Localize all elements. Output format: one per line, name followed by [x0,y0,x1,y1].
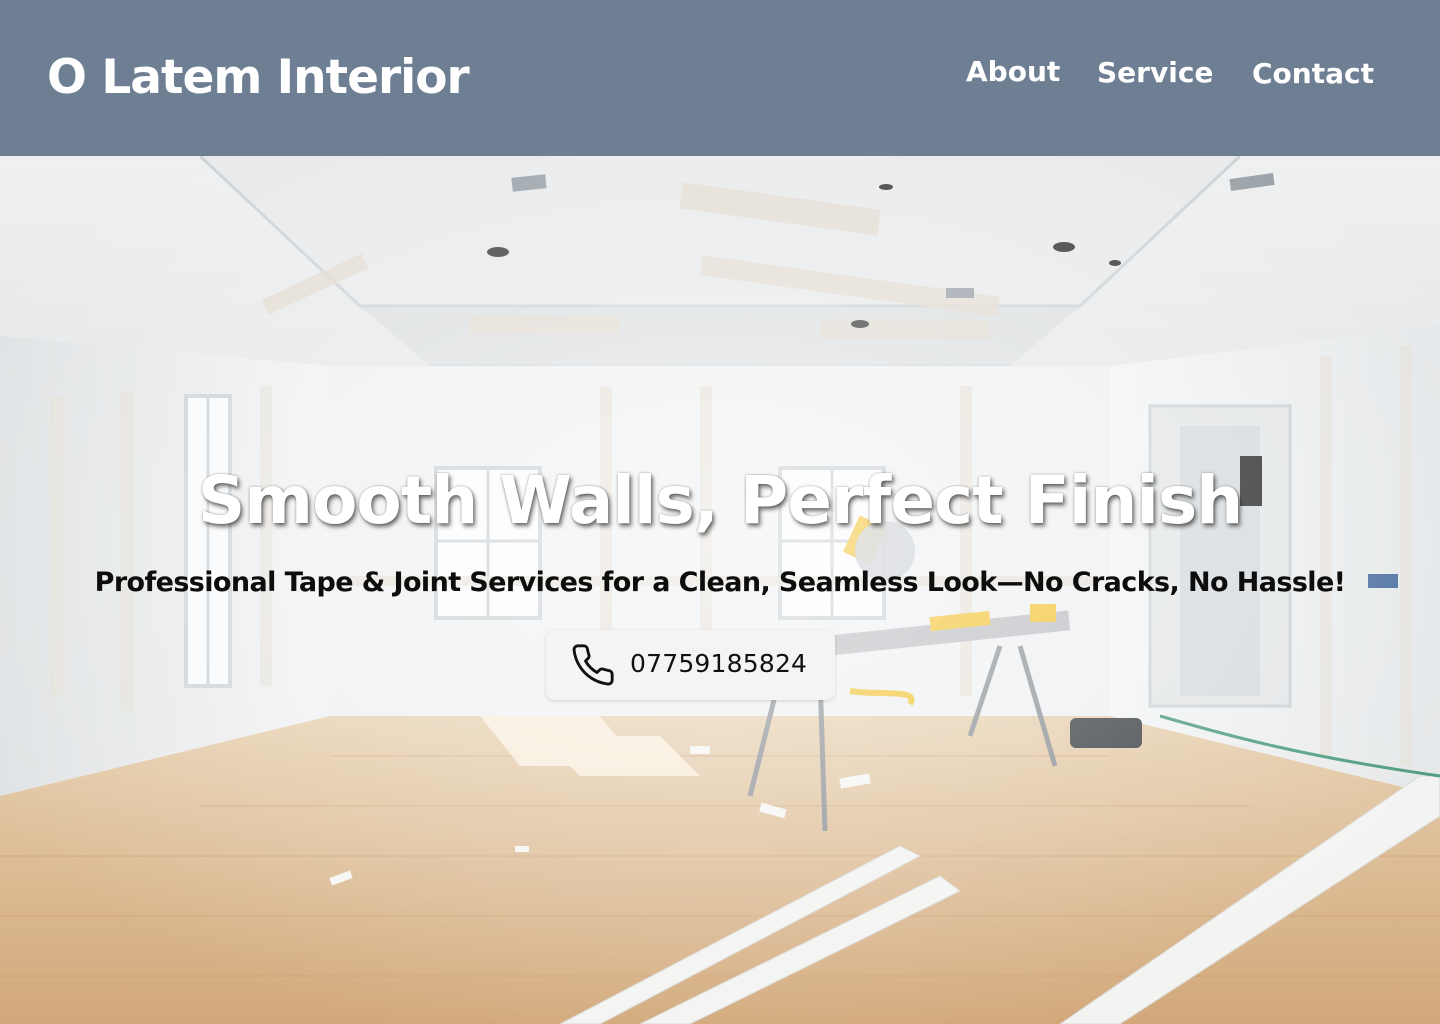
brand-logo[interactable]: O Latem Interior [47,50,470,105]
hero-section: Smooth Walls, Perfect Finish Professiona… [0,156,1440,1024]
nav-link-contact[interactable]: Contact [1252,57,1374,90]
hero-title: Smooth Walls, Perfect Finish [197,462,1243,540]
hero-subtitle: Professional Tape & Joint Services for a… [94,567,1346,598]
nav-link-service[interactable]: Service [1097,56,1213,89]
call-phone-button[interactable]: 07759185824 [546,630,835,700]
phone-icon [572,644,614,686]
page: O Latem Interior About Service Contact S… [0,0,1440,1024]
nav-link-about[interactable]: About [966,55,1060,88]
phone-number: 07759185824 [630,649,808,678]
site-header: O Latem Interior About Service Contact [0,0,1440,156]
